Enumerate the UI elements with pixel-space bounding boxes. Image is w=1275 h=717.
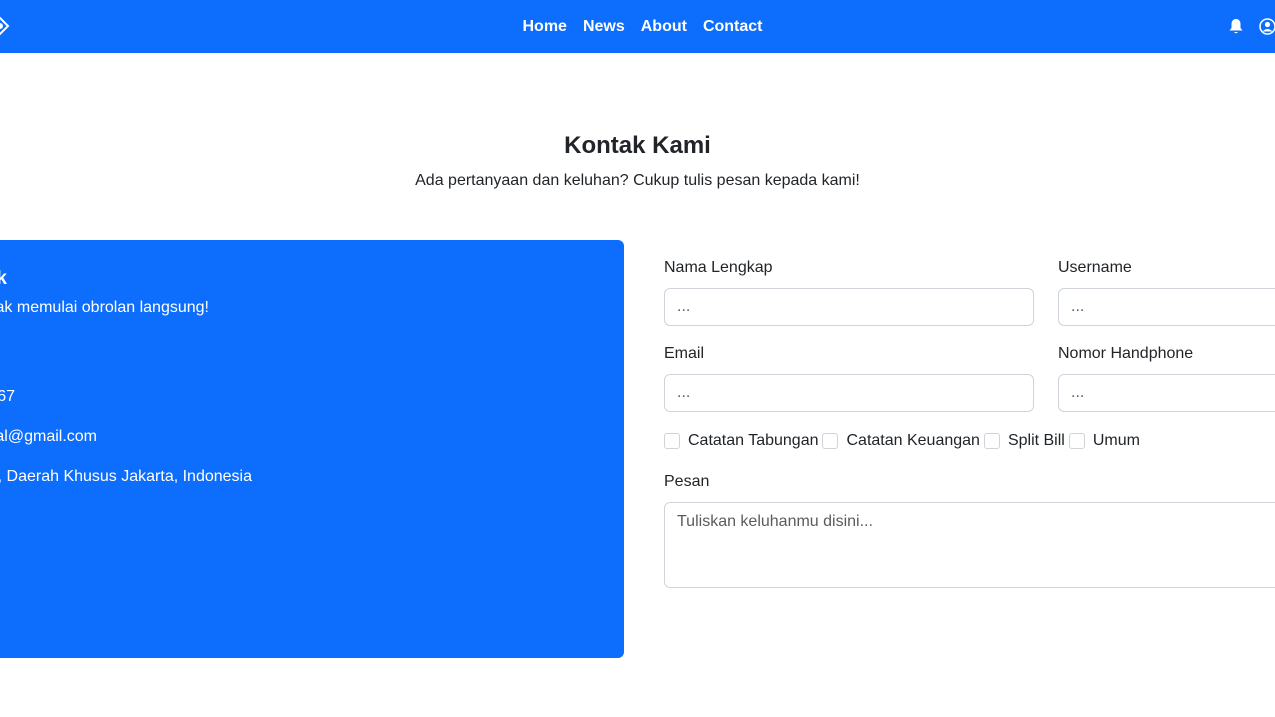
username-label: Username [1058,259,1132,276]
checkbox-label: Split Bill [1007,432,1065,449]
checkbox-split-bill[interactable]: Split Bill [983,432,1065,450]
full-name-input[interactable] [664,288,1034,326]
contact-info-card: k ak memulai obrolan langsung! 67 al@gma… [0,240,624,658]
info-card-intro: ak memulai obrolan langsung! [0,299,209,316]
checkbox-box[interactable] [822,433,839,449]
phone-label: Nomor Handphone [1058,345,1194,362]
message-label: Pesan [664,473,710,490]
phone-input[interactable] [1058,374,1275,412]
info-card-address: at, Daerah Khusus Jakarta, Indonesia [0,468,252,485]
nav-contact-link[interactable]: Contact [703,18,763,36]
bell-icon[interactable] [1228,18,1244,35]
message-textarea[interactable] [664,502,1275,588]
page-subtitle: Ada pertanyaan dan keluhan? Cukup tulis … [415,172,860,189]
user-icon[interactable] [1259,18,1275,35]
info-card-title: k [0,268,7,289]
category-checkboxes: Catatan Tabungan Catatan Keuangan Split … [664,430,1144,452]
checkbox-box[interactable] [1068,433,1085,449]
checkbox-box[interactable] [664,433,680,449]
email-input[interactable] [664,374,1034,412]
checkbox-umum[interactable]: Umum [1068,432,1140,450]
checkbox-catatan-keuangan[interactable]: Catatan Keuangan [822,432,980,450]
nav-about-link[interactable]: About [641,18,687,36]
email-label: Email [664,345,705,362]
checkbox-box[interactable] [983,433,1000,449]
checkbox-label: Catatan Keuangan [846,432,980,449]
checkbox-label: Catatan Tabungan [688,432,819,449]
nav-home-link[interactable]: Home [522,18,566,36]
full-name-label: Nama Lengkap [664,259,773,276]
checkbox-label: Umum [1092,432,1140,449]
info-card-phone: 67 [0,388,15,405]
checkbox-catatan-tabungan[interactable]: Catatan Tabungan [664,432,818,450]
nav-links: Home News About Contact [0,0,1275,53]
navbar: Home News About Contact [0,0,1275,53]
info-card-email: al@gmail.com [0,428,97,445]
page-title: Kontak Kami [564,132,711,159]
username-input[interactable] [1058,288,1275,326]
nav-news-link[interactable]: News [583,18,625,36]
